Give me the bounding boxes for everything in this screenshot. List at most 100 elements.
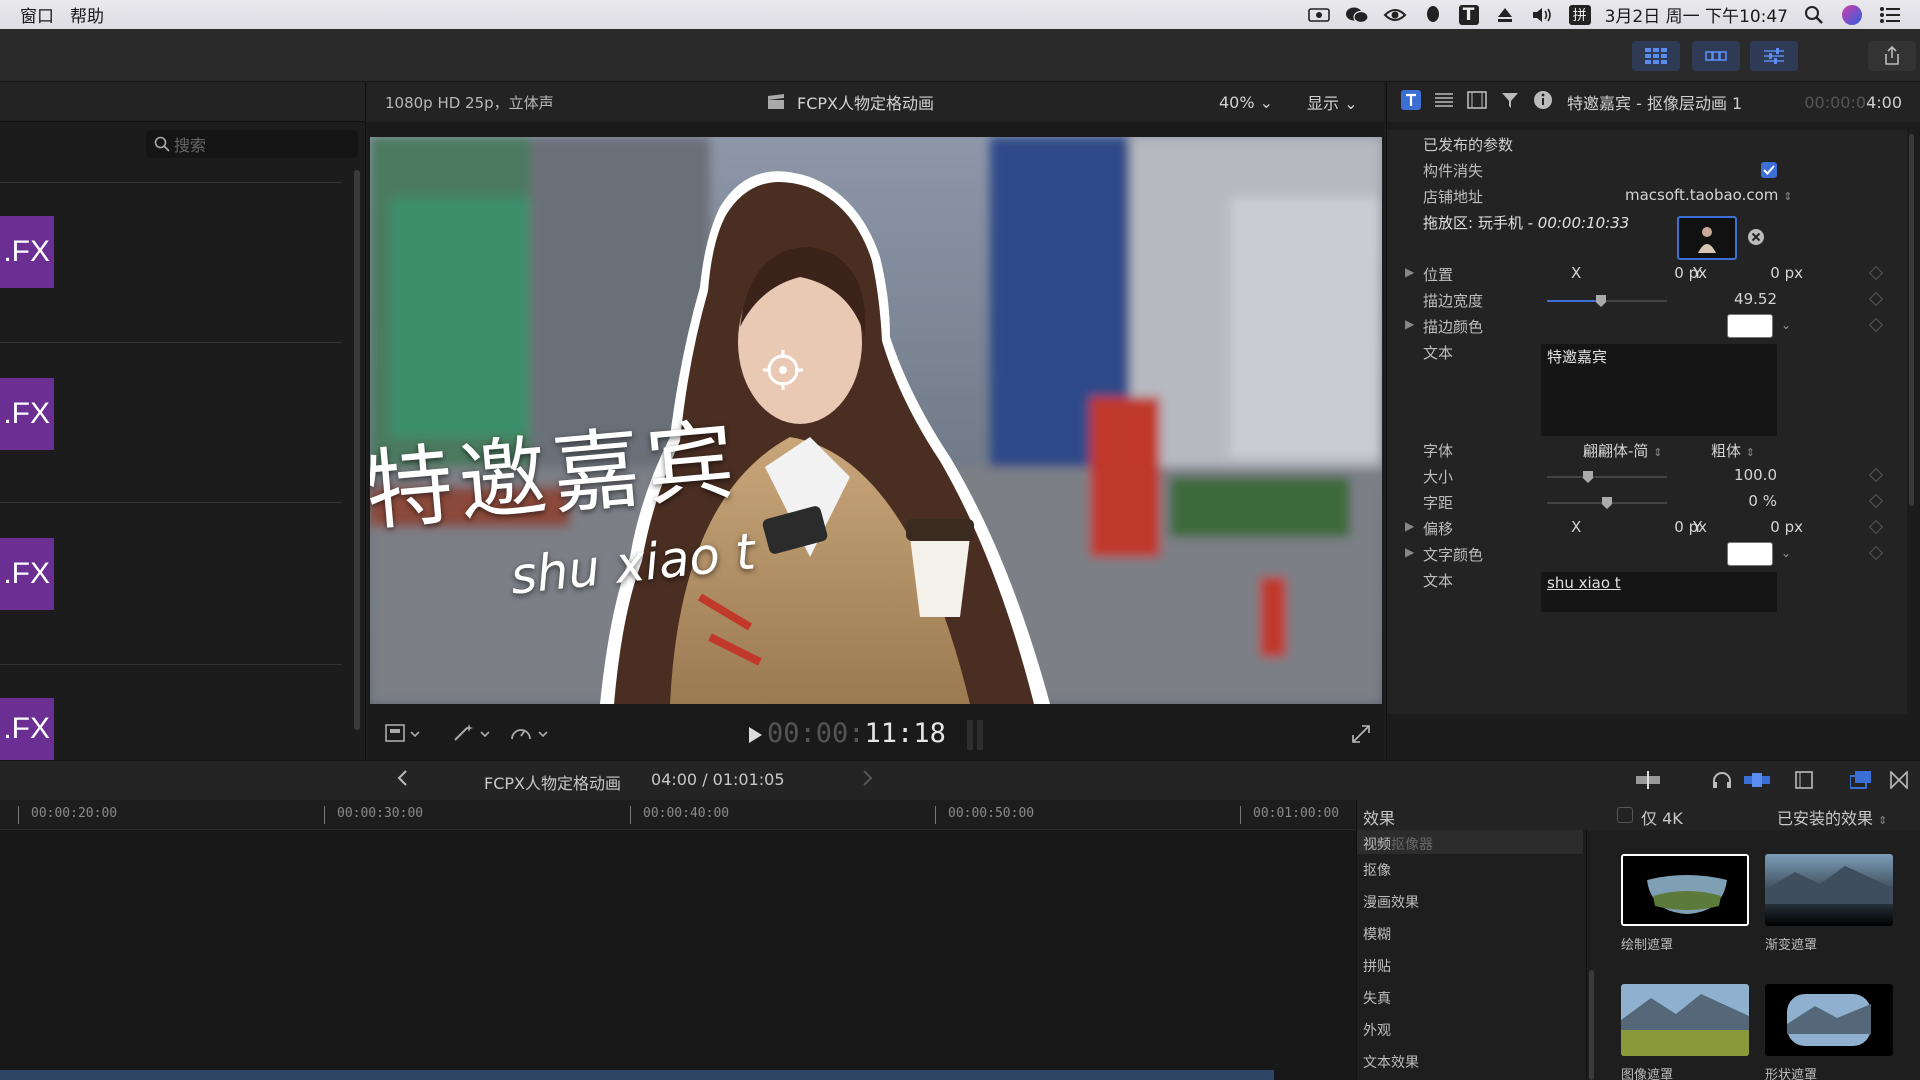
tab-title[interactable]	[1401, 90, 1421, 114]
menubar-clock[interactable]: 3月2日 周一 下午10:47	[1605, 2, 1788, 27]
clip-thumbnail[interactable]: .FX	[0, 378, 54, 450]
screen-record-icon[interactable]	[1307, 5, 1331, 25]
play-button[interactable]	[747, 726, 763, 748]
volume-icon[interactable]	[1531, 5, 1555, 25]
disclosure-triangle-icon[interactable]: ▶	[1405, 545, 1414, 559]
back-button[interactable]	[396, 769, 408, 791]
transitions-button[interactable]	[1890, 770, 1908, 793]
keyframe-button[interactable]	[1868, 545, 1884, 561]
browser-search-input[interactable]: 搜索	[146, 130, 358, 158]
clear-dropzone-button[interactable]	[1747, 228, 1765, 250]
category-item[interactable]: 模糊	[1363, 924, 1391, 944]
text-field[interactable]: 特邀嘉宾	[1541, 344, 1777, 436]
browser-scrollbar[interactable]	[354, 170, 360, 730]
disclosure-triangle-icon[interactable]: ▶	[1405, 317, 1414, 331]
category-item[interactable]: 文本效果	[1363, 1052, 1419, 1072]
audio-skimming-button[interactable]	[1712, 771, 1732, 793]
input-method-icon[interactable]: 拼	[1568, 4, 1591, 25]
effect-tile[interactable]: 形状遮罩	[1765, 984, 1893, 1080]
fullscreen-button[interactable]	[1351, 724, 1371, 748]
stroke-width-field[interactable]: 49.52	[1717, 290, 1777, 308]
position-y-field[interactable]: 0 px	[1747, 264, 1803, 282]
eject-icon[interactable]	[1493, 5, 1517, 25]
tracking-field[interactable]: 0 %	[1717, 492, 1777, 510]
qq-icon[interactable]	[1421, 5, 1445, 25]
size-slider[interactable]	[1547, 471, 1667, 483]
effect-tile[interactable]: 绘制遮罩	[1621, 854, 1749, 953]
categories-scrollbar[interactable]	[1589, 970, 1594, 1080]
tab-video[interactable]	[1467, 91, 1487, 113]
notification-center-icon[interactable]	[1878, 5, 1902, 25]
show-timeline-button[interactable]	[1692, 41, 1740, 71]
display-menu[interactable]: 显示 ⌄	[1307, 90, 1358, 114]
view-options-button[interactable]	[383, 722, 423, 748]
tab-info[interactable]	[1533, 90, 1553, 114]
tab-text[interactable]	[1435, 92, 1453, 112]
slider-knob[interactable]	[1596, 295, 1606, 307]
video-frame[interactable]: 特邀嘉宾 shu xiao t	[370, 137, 1382, 704]
show-inspector-button[interactable]	[1750, 41, 1798, 71]
solo-button[interactable]	[1744, 771, 1770, 793]
category-item[interactable]: 失真	[1363, 988, 1391, 1008]
chevron-down-icon[interactable]: ⌄	[1781, 546, 1791, 560]
text-color-swatch[interactable]	[1727, 542, 1773, 566]
offset-y-field[interactable]: 0 px	[1747, 518, 1803, 536]
fade-checkbox[interactable]	[1761, 162, 1777, 178]
keyframe-button[interactable]	[1868, 493, 1884, 509]
keyframe-button[interactable]	[1868, 265, 1884, 281]
skimming-button[interactable]	[1636, 771, 1660, 793]
category-item[interactable]: 拼贴	[1363, 956, 1391, 976]
keyframe-button[interactable]	[1868, 519, 1884, 535]
show-browser-button[interactable]	[1632, 41, 1680, 71]
tracking-slider[interactable]	[1547, 497, 1667, 509]
timeline-ruler[interactable]: 00:00:20:00 00:00:30:00 00:00:40:00 00:0…	[0, 800, 1356, 830]
share-button[interactable]	[1868, 41, 1916, 71]
wechat-icon[interactable]	[1345, 5, 1369, 25]
menu-help[interactable]: 帮助	[66, 2, 116, 27]
store-popup[interactable]: macsoft.taobao.com ⇕	[1625, 186, 1792, 204]
text2-field[interactable]: shu xiao t	[1541, 572, 1777, 612]
font-popup[interactable]: 翩翩体-简 ⇕	[1583, 440, 1662, 461]
only-4k-checkbox[interactable]	[1617, 807, 1633, 823]
transform-tool-button[interactable]	[451, 722, 495, 748]
text-app-icon[interactable]: T	[1458, 4, 1479, 25]
category-item[interactable]: 抠像	[1363, 860, 1391, 880]
param-label: 偏移	[1423, 520, 1454, 538]
retime-button[interactable]	[509, 722, 553, 748]
installed-effects-popup[interactable]: 已安装的效果 ⇕	[1777, 805, 1887, 829]
category-item[interactable]: 视频抠像器	[1363, 834, 1433, 854]
clip-thumbnail[interactable]: .FX	[0, 216, 54, 288]
category-item[interactable]: 外观	[1363, 1020, 1391, 1040]
slider-knob[interactable]	[1583, 471, 1593, 483]
clip-appearance-button[interactable]	[1849, 771, 1872, 793]
menu-window[interactable]: 窗口	[0, 2, 66, 27]
slider-knob[interactable]	[1602, 497, 1612, 509]
keyframe-button[interactable]	[1868, 291, 1884, 307]
disclosure-triangle-icon[interactable]: ▶	[1405, 265, 1414, 279]
inspector-scrollbar[interactable]	[1909, 134, 1914, 506]
keyframe-button[interactable]	[1868, 317, 1884, 333]
effect-tile[interactable]: 渐变遮罩	[1765, 854, 1893, 953]
clip-thumbnail[interactable]: .FX	[0, 538, 54, 610]
timeline-scrollbar[interactable]	[0, 1070, 1274, 1080]
timeline-area[interactable]	[0, 830, 1356, 1080]
dropzone-well[interactable]	[1677, 216, 1737, 260]
chevron-down-icon[interactable]: ⌄	[1781, 318, 1791, 332]
zoom-menu[interactable]: 40% ⌄	[1219, 93, 1273, 112]
stroke-color-swatch[interactable]	[1727, 314, 1773, 338]
disclosure-triangle-icon[interactable]: ▶	[1405, 519, 1414, 533]
stroke-width-slider[interactable]	[1547, 295, 1667, 307]
size-field[interactable]: 100.0	[1717, 466, 1777, 484]
keyframe-button[interactable]	[1868, 467, 1884, 483]
weight-popup[interactable]: 粗体 ⇕	[1711, 440, 1755, 461]
spotlight-search-icon[interactable]	[1802, 5, 1826, 25]
effect-tile[interactable]: 图像遮罩	[1621, 984, 1749, 1080]
snapping-button[interactable]	[1794, 771, 1814, 793]
siri-icon[interactable]	[1840, 4, 1864, 25]
clip-thumbnail[interactable]: .FX	[0, 698, 54, 760]
timecode-display[interactable]: 00:00:11:18	[767, 718, 946, 749]
nvidia-icon[interactable]	[1383, 5, 1407, 25]
tab-color[interactable]	[1501, 91, 1519, 113]
forward-button[interactable]	[862, 769, 874, 791]
category-item[interactable]: 漫画效果	[1363, 892, 1419, 912]
